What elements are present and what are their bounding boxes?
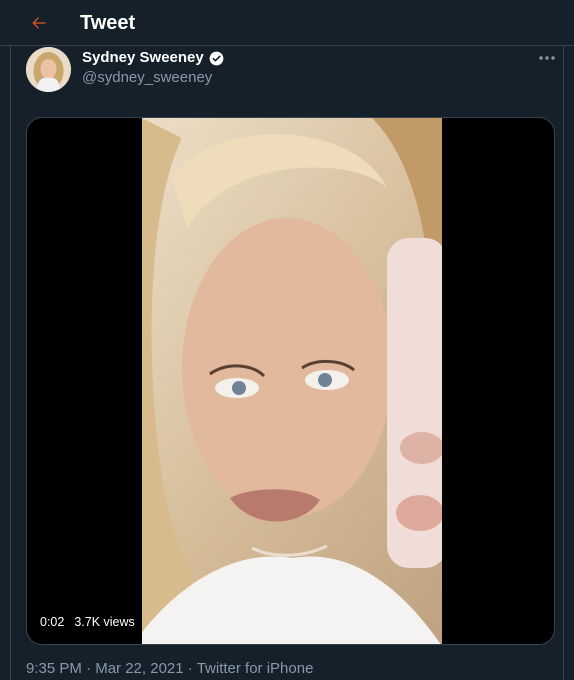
more-horizontal-icon: [539, 56, 555, 60]
video-player[interactable]: [26, 117, 555, 645]
separator-dot: ·: [187, 660, 193, 677]
avatar-image: [26, 47, 71, 92]
right-divider: [563, 46, 564, 680]
avatar[interactable]: [26, 47, 71, 92]
page-title: Tweet: [80, 12, 136, 34]
video-stats: 0:02 3.7K views: [40, 614, 135, 630]
video-view-count: 3.7K views: [74, 615, 135, 629]
top-bar: Tweet: [0, 0, 574, 46]
tweet-date[interactable]: Mar 22, 2021: [95, 660, 183, 677]
tweet-source-link[interactable]: Twitter for iPhone: [197, 660, 314, 677]
more-options-button[interactable]: [534, 50, 560, 66]
arrow-left-icon: [32, 17, 46, 29]
video-elapsed-time: 0:02: [40, 615, 65, 629]
author-handle[interactable]: @sydney_sweeney: [82, 69, 212, 87]
tweet-timestamp-row: 9:35 PM · Mar 22, 2021 · Twitter for iPh…: [26, 660, 313, 678]
author-name-row: Sydney Sweeney: [82, 49, 224, 67]
left-divider: [10, 46, 11, 680]
tweet-time[interactable]: 9:35 PM: [26, 660, 82, 677]
back-button[interactable]: [26, 10, 52, 36]
separator-dot: ·: [86, 660, 92, 677]
author-name[interactable]: Sydney Sweeney: [82, 49, 204, 67]
video-frame: [142, 118, 442, 644]
verified-badge-icon: [209, 51, 224, 65]
